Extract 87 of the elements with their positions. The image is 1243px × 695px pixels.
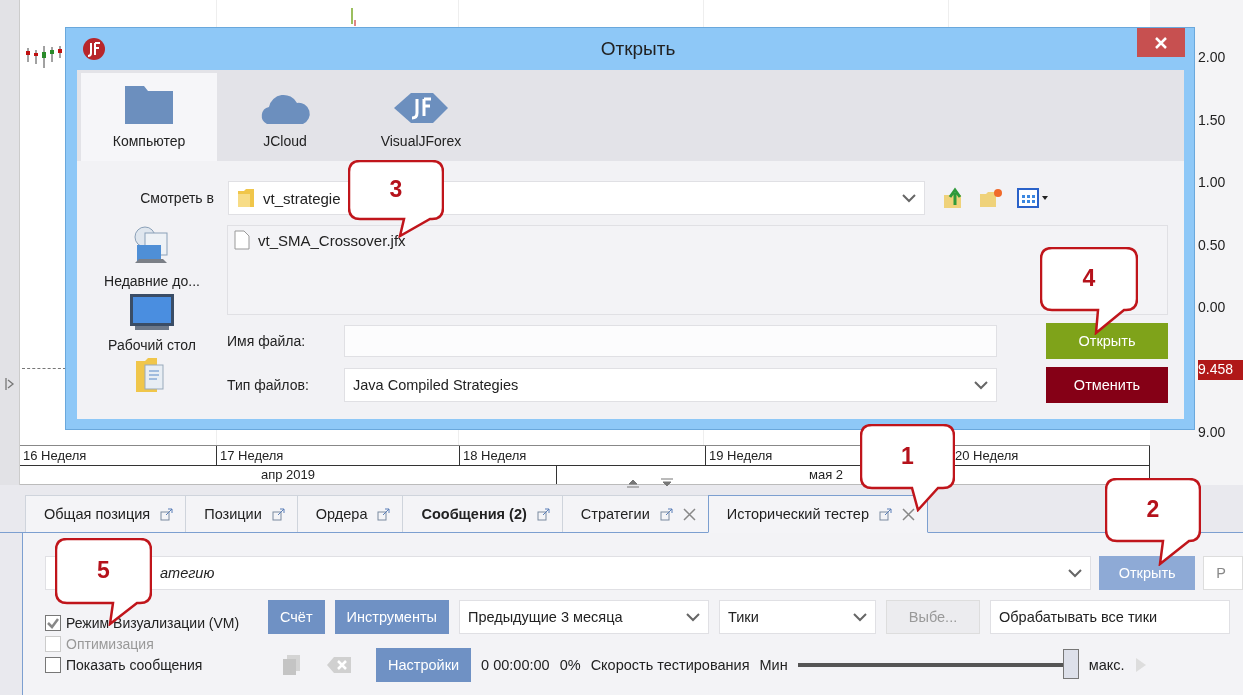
callout-number: 5	[96, 557, 111, 584]
strategy-value: атегию	[160, 565, 215, 581]
look-in-label: Смотреть в	[139, 190, 214, 206]
data-type-dropdown[interactable]: Тики	[719, 600, 876, 634]
chevron-down-icon	[902, 193, 916, 203]
tab-label[interactable]: Исторический тестер	[726, 506, 869, 522]
candlestick-drawing	[24, 44, 64, 70]
slider-thumb[interactable]	[1062, 649, 1079, 679]
popout-icon[interactable]	[271, 507, 285, 521]
tab-label[interactable]: Общая позиция	[44, 506, 151, 522]
shortcut-label[interactable]: Недавние до...	[104, 273, 200, 289]
chevron-down-icon	[974, 380, 988, 390]
popout-icon[interactable]	[878, 507, 892, 521]
callout-number: 2	[1145, 496, 1161, 523]
dialog-title: Открыть	[600, 38, 676, 60]
price-label: 0.50	[1198, 235, 1227, 255]
price-label: 1.50	[1198, 110, 1227, 130]
monitor-icon[interactable]	[129, 293, 175, 331]
place-tab[interactable]: JCloud	[217, 73, 353, 161]
close-button[interactable]	[1137, 28, 1185, 57]
folder-icon	[124, 83, 174, 125]
price-label: 9.00	[1198, 422, 1227, 442]
tick-mode-dropdown[interactable]: Обрабатывать все тики	[990, 600, 1230, 634]
tab-label[interactable]: Позиции	[204, 506, 262, 522]
file-type-dropdown[interactable]: Java Compiled Strategies	[344, 368, 997, 402]
move-up-icon[interactable]	[626, 477, 640, 488]
place-label[interactable]: VisualJForex	[380, 133, 462, 149]
price-label: 0.00	[1198, 298, 1227, 317]
new-folder-icon[interactable]	[979, 188, 1003, 208]
panel-tab[interactable]: Сообщения (2)	[402, 495, 562, 532]
chevron-down-icon	[686, 612, 700, 622]
price-label: 1.00	[1198, 173, 1227, 192]
file-name-field[interactable]	[344, 325, 997, 357]
panel-tab[interactable]: Исторический тестер	[707, 495, 928, 533]
close-icon[interactable]	[682, 507, 696, 521]
look-in-value: vt_strategie	[263, 189, 342, 207]
place-label[interactable]: Компьютер	[112, 133, 186, 149]
place-tab[interactable]: Компьютер	[81, 73, 217, 161]
view-menu-icon[interactable]	[1017, 188, 1049, 208]
file-item[interactable]: vt_SMA_Crossover.jfx	[258, 231, 406, 249]
min-label: Мин	[759, 657, 788, 673]
week-label: 17 Неделя	[216, 446, 459, 465]
progress-percent: 0%	[559, 657, 581, 673]
folder-icon	[237, 188, 255, 208]
chevron-down-icon	[853, 612, 867, 622]
candle-mark	[350, 8, 356, 26]
speed-label: Скорость тестирования	[590, 657, 750, 673]
price-label: 9.458	[1198, 359, 1243, 380]
max-label: макс.	[1088, 657, 1125, 673]
popout-icon[interactable]	[160, 507, 174, 521]
place-tab[interactable]: VisualJForex	[353, 73, 489, 161]
period-dropdown[interactable]: Предыдущие 3 месяца	[459, 600, 709, 634]
week-label: 18 Неделя	[459, 446, 705, 465]
shortcut-label[interactable]: Рабочий стол	[108, 337, 196, 353]
popout-icon[interactable]	[536, 507, 550, 521]
place-label[interactable]: JCloud	[263, 133, 307, 149]
file-type-label: Тип файлов:	[227, 377, 310, 393]
cut-button[interactable]: Р	[1203, 556, 1243, 590]
panel-tab[interactable]: Общая позиция	[25, 495, 186, 532]
tab-label[interactable]: Сообщения (2)	[421, 506, 527, 522]
fish-logo-icon	[393, 91, 449, 125]
panel-tab[interactable]: Ордера	[296, 495, 403, 532]
panel-tab[interactable]: Позиции	[185, 495, 297, 532]
month-label: апр 2019	[20, 466, 557, 484]
expand-handle-icon[interactable]	[4, 378, 15, 390]
checkbox-label: Оптимизация	[66, 635, 154, 652]
file-icon	[234, 230, 250, 250]
file-name-label: Имя файла:	[227, 333, 307, 349]
checkbox[interactable]	[45, 656, 61, 673]
dialog-button[interactable]: Отменить	[1046, 367, 1168, 403]
move-down-icon[interactable]	[660, 477, 674, 488]
app-logo-icon	[82, 37, 106, 61]
tab-label[interactable]: Ордера	[315, 506, 368, 522]
speed-slider[interactable]	[797, 649, 1079, 681]
popout-icon[interactable]	[659, 507, 673, 521]
elapsed-time: 0 00:00:00	[481, 657, 550, 673]
tab-label[interactable]: Стратегии	[580, 506, 650, 522]
chevron-down-icon	[1068, 568, 1083, 578]
panel-tab[interactable]: Стратегии	[561, 495, 708, 532]
price-label: 2.00	[1198, 48, 1227, 67]
checkbox[interactable]	[45, 614, 61, 631]
checkbox-label: Режим Визуализации (VM)	[66, 614, 240, 631]
callout-number: 4	[1081, 265, 1097, 292]
week-label: 16 Неделя	[22, 447, 88, 465]
popout-icon[interactable]	[377, 507, 391, 521]
close-icon[interactable]	[901, 507, 915, 521]
checkbox-label: Показать сообщения	[66, 656, 203, 673]
